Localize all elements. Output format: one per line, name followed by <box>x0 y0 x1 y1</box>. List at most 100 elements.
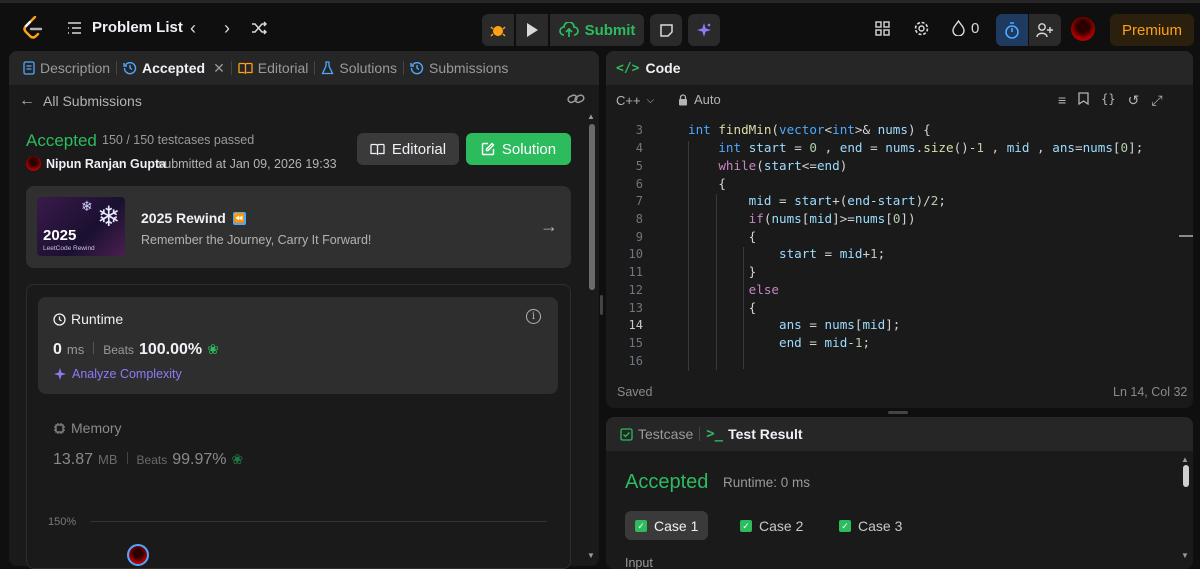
case-tab-1[interactable]: ✓ Case 1 <box>625 511 709 540</box>
code-line: ans = nums[mid]; <box>779 317 901 332</box>
result-status: Accepted <box>625 471 709 493</box>
submit-button[interactable]: Submit <box>550 14 644 46</box>
info-icon[interactable]: i <box>526 309 541 324</box>
rewind-image: ❄ ❄ 2025 LeetCode Rewind <box>37 197 125 256</box>
share-link-icon[interactable] <box>567 92 585 108</box>
rewind-subtitle: Remember the Journey, Carry It Forward! <box>141 233 372 247</box>
terminal-icon: >_ <box>706 426 724 442</box>
ai-assistant-button[interactable] <box>688 14 720 46</box>
code-line: if(nums[mid]>=nums[0]) <box>748 211 916 226</box>
line-numbers: 3 4 5 6 7 8 9 10 11 12 13 14 15 16 <box>611 121 646 369</box>
case-tab-2[interactable]: ✓ Case 2 <box>730 511 813 540</box>
bookmark-icon[interactable] <box>1078 92 1089 109</box>
add-collaborator-button[interactable] <box>1029 14 1061 46</box>
chevron-right-icon[interactable]: › <box>218 18 236 38</box>
scroll-down-icon[interactable]: ▼ <box>1181 551 1189 560</box>
all-submissions-link[interactable]: ← All Submissions <box>19 92 142 110</box>
chip-icon <box>54 422 65 434</box>
layout-grid-icon[interactable] <box>873 19 891 37</box>
tab-editorial[interactable]: Editorial <box>232 51 315 85</box>
leaf-icon: ❀ <box>231 451 244 467</box>
cloud-upload-icon <box>558 22 579 37</box>
rewind-title: 2025 Rewind <box>141 210 226 226</box>
arrow-right-icon[interactable]: → <box>540 216 558 237</box>
leetcode-logo-icon[interactable] <box>22 15 44 41</box>
code-line: { <box>748 300 757 315</box>
scroll-down-icon[interactable]: ▼ <box>587 551 595 560</box>
code-line: { <box>748 229 757 244</box>
chevron-left-icon[interactable]: ‹ <box>184 18 202 38</box>
history-icon <box>410 61 424 75</box>
scroll-up-icon[interactable]: ▲ <box>587 112 595 121</box>
run-button[interactable] <box>516 14 548 46</box>
solution-button[interactable]: Solution <box>466 133 571 165</box>
solution-button-label: Solution <box>501 140 557 158</box>
play-icon <box>527 23 538 37</box>
left-scrollbar[interactable] <box>589 124 595 290</box>
rewind-year: 2025 <box>43 227 77 244</box>
expand-icon[interactable]: ⤢ <box>1151 92 1162 109</box>
memory-unit: MB <box>98 452 118 467</box>
line-number: 6 <box>635 177 643 191</box>
format-icon[interactable]: ≡ <box>1058 92 1066 109</box>
rewind-banner[interactable]: ❄ ❄ 2025 LeetCode Rewind 2025 Rewind ⏪ R… <box>26 186 571 268</box>
lock-mode[interactable]: Auto <box>678 92 721 107</box>
code-line: int start = 0 , end = nums.size()-1 , mi… <box>718 140 1144 155</box>
mode-label: Auto <box>694 92 721 107</box>
panel-resize-handle[interactable] <box>600 295 603 315</box>
memory-value-row: 13.87 MB Beats 99.97% ❀ <box>53 451 243 469</box>
result-runtime: Runtime: 0 ms <box>723 475 811 490</box>
chart-avatar-marker[interactable] <box>127 544 149 566</box>
chart-axis-label: 150% <box>48 516 77 528</box>
settings-gear-icon[interactable] <box>912 19 930 37</box>
runtime-label: Runtime <box>71 311 124 327</box>
case-tab-3[interactable]: ✓ Case 3 <box>829 511 912 540</box>
panel-resize-handle-horizontal[interactable] <box>888 411 908 414</box>
close-tab-icon[interactable]: ✕ <box>213 60 225 77</box>
line-number: 4 <box>635 141 643 155</box>
chart-gridline <box>90 521 547 522</box>
code-editor[interactable]: int findMin(vector<int>& nums) { int sta… <box>688 121 1173 369</box>
case-label: Case 2 <box>759 517 804 534</box>
language-select[interactable]: C++ ⌵ <box>616 93 654 108</box>
check-icon: ✓ <box>635 519 647 532</box>
avatar[interactable] <box>1071 17 1095 41</box>
code-line: else <box>748 282 780 297</box>
notes-button[interactable] <box>650 14 682 46</box>
code-line: end = mid-1; <box>779 335 871 350</box>
submitter-name[interactable]: Nipun Ranjan Gupta <box>46 157 166 171</box>
save-status: Saved <box>617 385 653 399</box>
tab-solutions[interactable]: Solutions <box>315 51 403 85</box>
scroll-up-icon[interactable]: ▲ <box>1181 455 1189 464</box>
tab-submissions[interactable]: Submissions <box>404 51 514 85</box>
debug-button[interactable] <box>482 14 514 46</box>
tab-accepted-label: Accepted <box>142 60 206 76</box>
editorial-button[interactable]: Editorial <box>357 133 459 165</box>
book-icon <box>370 143 385 155</box>
shuffle-icon[interactable] <box>250 19 268 37</box>
tab-test-result[interactable]: >_ Test Result <box>700 417 808 451</box>
divider <box>126 452 128 464</box>
tab-description[interactable]: Description <box>17 51 116 85</box>
runtime-card[interactable]: Runtime i 0 ms Beats 100.00% ❀ Analyze C… <box>38 297 558 394</box>
reset-icon[interactable]: ↺ <box>1128 92 1140 109</box>
code-toolbar: ≡ {} ↺ ⤢ <box>1058 92 1163 109</box>
problem-list-link[interactable]: Problem List <box>92 19 183 36</box>
cursor-position: Ln 14, Col 32 <box>1113 385 1188 399</box>
history-icon <box>123 61 137 75</box>
timer-button[interactable] <box>996 14 1028 46</box>
memory-card[interactable]: Memory 13.87 MB Beats 99.97% ❀ <box>38 408 558 478</box>
result-scrollbar[interactable] <box>1183 465 1189 487</box>
line-number: 16 <box>628 354 643 368</box>
line-number: 14 <box>628 318 643 332</box>
tab-editorial-label: Editorial <box>257 60 309 76</box>
tab-testcase[interactable]: Testcase <box>614 417 699 451</box>
streak-fire-icon[interactable] <box>950 19 966 37</box>
braces-icon[interactable]: {} <box>1101 92 1115 109</box>
analyze-complexity-link[interactable]: Analyze Complexity <box>53 367 182 381</box>
premium-button[interactable]: Premium <box>1110 14 1194 46</box>
divider <box>93 342 95 354</box>
edit-icon <box>481 142 495 156</box>
tab-accepted[interactable]: Accepted ✕ <box>117 51 231 85</box>
all-submissions-label: All Submissions <box>43 93 142 109</box>
